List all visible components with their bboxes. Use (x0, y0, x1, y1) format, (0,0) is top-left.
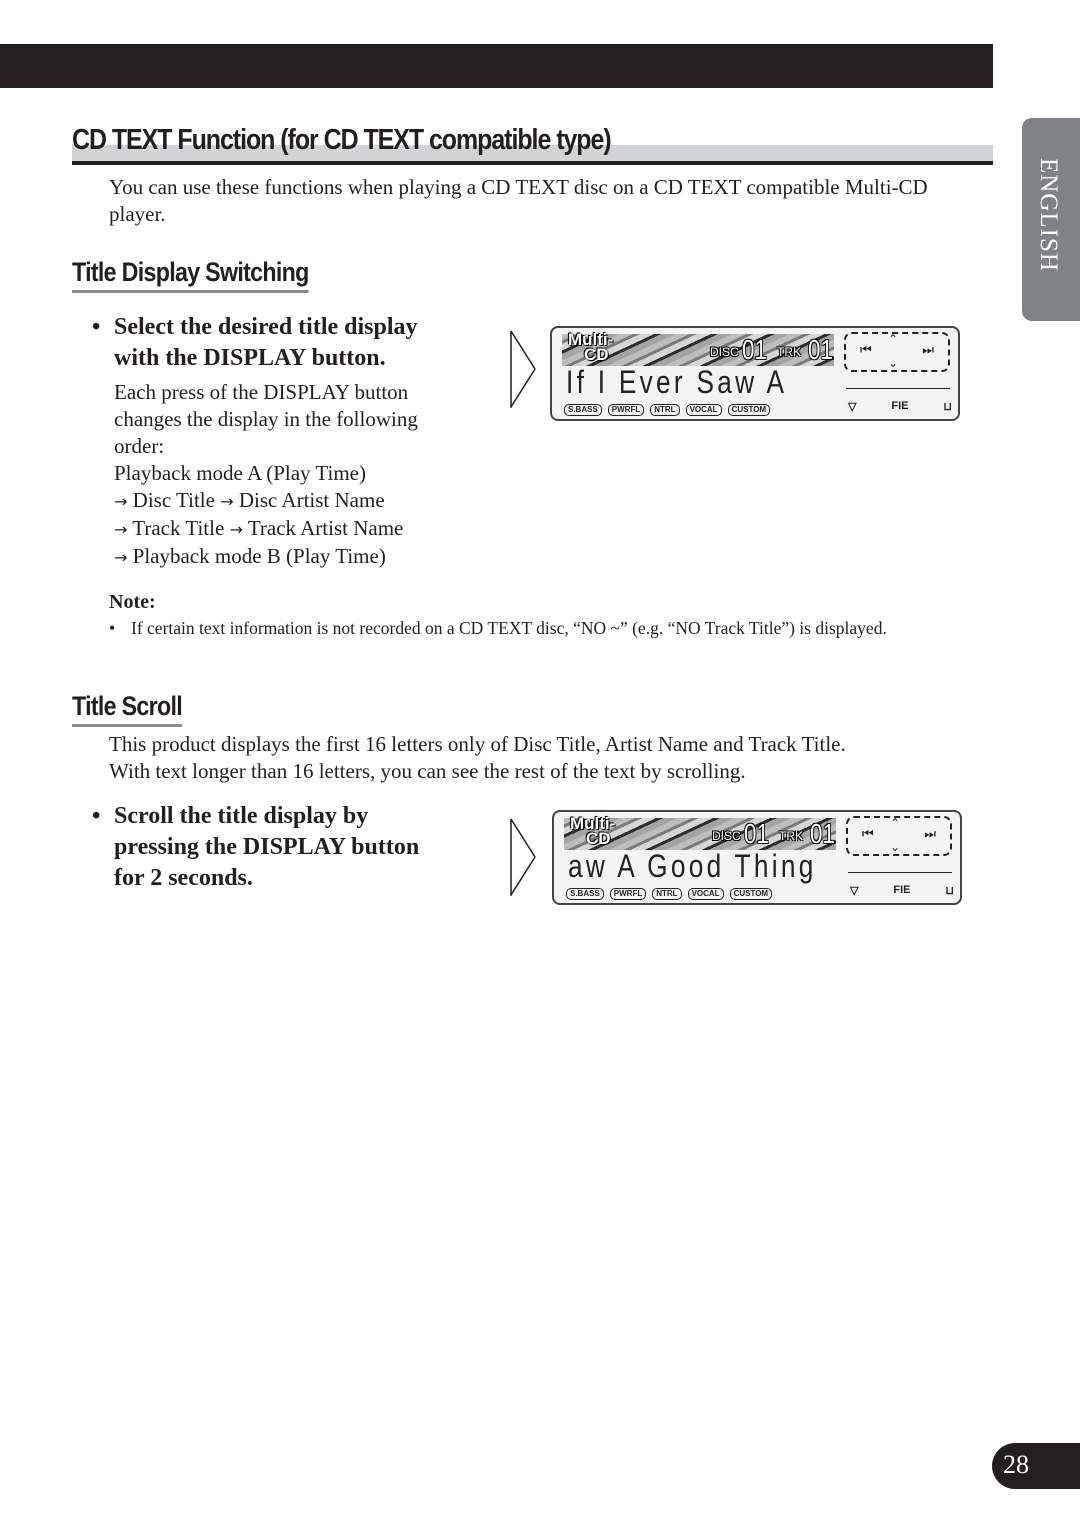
up-icon: ⌃ (888, 332, 899, 346)
sequence-item: Disc Artist Name (238, 488, 385, 512)
previous-track-icon: ⏮ (860, 343, 872, 358)
lcd-control-indicator: ⏮ ⌃ ⌄ ⏭ (844, 332, 950, 372)
eq-sbass: S.BASS (564, 404, 602, 416)
intro-text: You can use these functions when playing… (109, 175, 928, 226)
bullet-icon: • (92, 803, 101, 829)
lcd-title-text: aw A Good Thing (568, 848, 817, 884)
eq-indicators: S.BASS PWRFL NTRL VOCAL CUSTOM (566, 888, 773, 900)
header-bar (0, 44, 993, 88)
instruction-line: Select the desired title display (114, 314, 418, 340)
page-number: 28 (1003, 1450, 1029, 1479)
logo-text: CD (584, 345, 609, 364)
sequence-item: Track Title (132, 516, 225, 540)
down-icon: ⌄ (890, 840, 901, 854)
lcd-bracket (848, 862, 952, 873)
pointer-arrow-icon (510, 330, 536, 408)
next-track-icon: ⏭ (922, 343, 934, 358)
lcd-display-1: Multi- CD DISC 01 TRK 01 If I Ever Saw A… (550, 326, 960, 421)
lcd-bracket (846, 378, 950, 389)
track-number: 01 (810, 818, 835, 849)
previous-track-icon: ⏮ (862, 827, 874, 842)
disc-number: 01 (744, 818, 769, 849)
eq-ntrl: NTRL (652, 888, 682, 900)
fie-label: FIE (891, 400, 909, 412)
down-icon: ⌄ (888, 356, 899, 370)
display-order-description: Each press of the DISPLAY button changes… (114, 379, 418, 571)
eq-pwrfl: PWRFL (609, 888, 647, 900)
arrow-icon: → (229, 520, 243, 539)
bullet-icon: • (92, 314, 101, 340)
arrow-icon: → (114, 548, 128, 567)
instruction-line: for 2 seconds. (114, 865, 253, 891)
next-track-icon: ⏭ (924, 827, 936, 842)
bullet-icon: • (109, 618, 116, 638)
sequence-line: → Track Title → Track Artist Name (114, 515, 418, 543)
text-line: changes the display in the following (114, 407, 418, 431)
multi-cd-logo: Multi- CD (570, 815, 615, 848)
instruction-line: pressing the DISPLAY button (114, 834, 420, 860)
scroll-description: This product displays the first 16 lette… (109, 731, 969, 785)
eq-vocal: VOCAL (685, 404, 722, 416)
instruction-bullet: • Select the desired title display with … (92, 312, 418, 374)
arrow-icon: → (114, 520, 128, 539)
text-line: Playback mode A (Play Time) (114, 461, 366, 485)
fie-indicator: ▽ FIE ⊔ (848, 400, 952, 413)
language-label: ENGLISH (1035, 158, 1062, 272)
rear-speaker-icon: ⊔ (945, 885, 954, 897)
sequence-item: Track Artist Name (247, 516, 404, 540)
eq-indicators: S.BASS PWRFL NTRL VOCAL CUSTOM (564, 404, 771, 416)
eq-vocal: VOCAL (687, 888, 724, 900)
section-title-title-scroll: Title Scroll (72, 691, 183, 727)
lcd-display-2: Multi- CD DISC 01 TRK 01 aw A Good Thing… (552, 810, 962, 905)
disc-label: DISC (712, 829, 741, 843)
eq-custom: CUSTOM (727, 404, 771, 416)
track-label: TRK (777, 345, 801, 359)
multi-cd-logo: Multi- CD (568, 331, 613, 364)
eq-sbass: S.BASS (566, 888, 604, 900)
sequence-item: Disc Title (132, 488, 215, 512)
front-speaker-icon: ▽ (848, 401, 857, 413)
track-number: 01 (808, 334, 833, 365)
lcd-status-band: Multi- CD DISC 01 TRK 01 (564, 815, 836, 850)
fie-label: FIE (893, 884, 911, 896)
text-line: order: (114, 434, 165, 458)
page-number-badge: 28 (992, 1443, 1080, 1489)
arrow-icon: → (220, 492, 234, 511)
up-icon: ⌃ (890, 816, 901, 830)
note-text: If certain text information is not recor… (131, 618, 887, 638)
rear-speaker-icon: ⊔ (943, 401, 952, 413)
fie-indicator: ▽ FIE ⊔ (850, 884, 954, 897)
note-item: • If certain text information is not rec… (109, 617, 961, 640)
instruction-line: Scroll the title display by (114, 803, 369, 829)
page-title: CD TEXT Function (for CD TEXT compatible… (72, 124, 612, 156)
instruction-line: with the DISPLAY button. (114, 345, 386, 371)
sequence-item: Playback mode B (Play Time) (132, 544, 386, 568)
front-speaker-icon: ▽ (850, 885, 859, 897)
eq-ntrl: NTRL (650, 404, 680, 416)
sequence-line: → Disc Title → Disc Artist Name (114, 487, 418, 515)
arrow-icon: → (114, 492, 128, 511)
sequence-line: → Playback mode B (Play Time) (114, 543, 418, 571)
header-rule (72, 161, 993, 165)
scroll-instruction-bullet: • Scroll the title display by pressing t… (92, 801, 420, 894)
note-title: Note: (109, 591, 156, 613)
lcd-title-text: If I Ever Saw A (566, 364, 788, 400)
lcd-status-band: Multi- CD DISC 01 TRK 01 (562, 331, 834, 366)
pointer-arrow-icon (510, 818, 536, 896)
section-header: CD TEXT Function (for CD TEXT compatible… (72, 124, 993, 166)
eq-custom: CUSTOM (729, 888, 773, 900)
logo-text: CD (586, 829, 611, 848)
text-line: With text longer than 16 letters, you ca… (109, 759, 746, 783)
lcd-control-indicator: ⏮ ⌃ ⌄ ⏭ (846, 816, 952, 856)
text-line: This product displays the first 16 lette… (109, 732, 846, 756)
section-title-display-switching: Title Display Switching (72, 257, 309, 293)
text-line: Each press of the DISPLAY button (114, 380, 409, 404)
language-tab: ENGLISH (1022, 118, 1080, 321)
disc-label: DISC (710, 345, 739, 359)
disc-number: 01 (742, 334, 767, 365)
eq-pwrfl: PWRFL (607, 404, 645, 416)
track-label: TRK (779, 829, 803, 843)
